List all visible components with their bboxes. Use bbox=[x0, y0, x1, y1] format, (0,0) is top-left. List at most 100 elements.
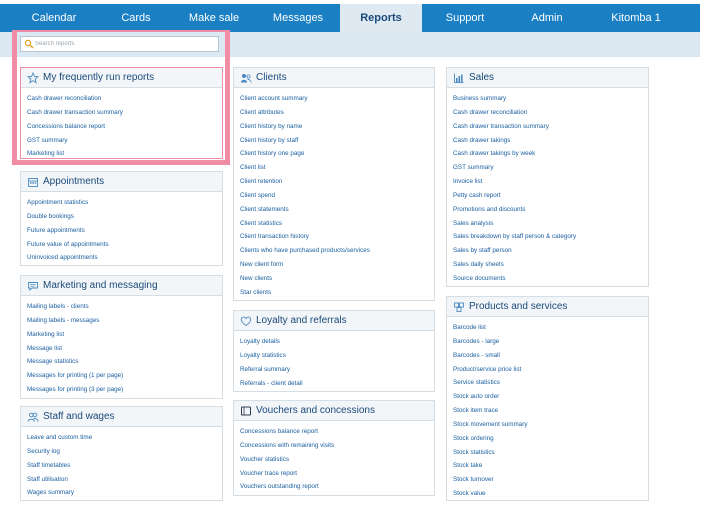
nav-cards[interactable]: Cards bbox=[100, 4, 172, 32]
report-link[interactable]: Messages for printing (3 per page) bbox=[27, 383, 222, 397]
panel-title: Vouchers and concessions bbox=[256, 405, 375, 416]
report-link[interactable]: Cash drawer takings bbox=[453, 134, 648, 148]
report-link[interactable]: Referral summary bbox=[240, 363, 434, 377]
panel-loyalty: Loyalty and referrals Loyalty details Lo… bbox=[233, 310, 435, 392]
report-link[interactable]: Client list bbox=[240, 161, 434, 175]
report-link[interactable]: Petty cash report bbox=[453, 189, 648, 203]
report-link[interactable]: Message list bbox=[27, 342, 222, 356]
report-link[interactable]: Business summary bbox=[453, 92, 648, 106]
nav-reports[interactable]: Reports bbox=[340, 4, 422, 34]
nav-admin[interactable]: Admin bbox=[508, 4, 586, 32]
report-link[interactable]: Loyalty statistics bbox=[240, 349, 434, 363]
panel-marketing: Marketing and messaging Mailing labels -… bbox=[20, 275, 223, 399]
report-link[interactable]: Staff utilisation bbox=[27, 473, 222, 487]
report-link[interactable]: Clients who have purchased products/serv… bbox=[240, 244, 434, 258]
report-link[interactable]: Barcode list bbox=[453, 321, 648, 335]
report-link[interactable]: Sales breakdown by staff person & catego… bbox=[453, 230, 648, 244]
report-link[interactable]: Messages for printing (1 per page) bbox=[27, 369, 222, 383]
star-icon bbox=[27, 71, 39, 84]
chart-icon bbox=[454, 73, 464, 83]
report-link[interactable]: Staff timetables bbox=[27, 459, 222, 473]
report-link[interactable]: Client statements bbox=[240, 203, 434, 217]
report-link[interactable]: Referrals - client detail bbox=[240, 377, 434, 391]
report-link[interactable]: Concessions balance report bbox=[27, 120, 222, 134]
panel-title: Loyalty and referrals bbox=[256, 315, 347, 326]
report-link[interactable]: Client transaction history bbox=[240, 230, 434, 244]
report-link[interactable]: Client statistics bbox=[240, 217, 434, 231]
report-link[interactable]: Mailing labels - clients bbox=[27, 300, 222, 314]
report-link[interactable]: Loyalty details bbox=[240, 335, 434, 349]
nav-account[interactable]: Kitomba 1 bbox=[586, 4, 686, 32]
report-link[interactable]: New clients bbox=[240, 272, 434, 286]
report-link[interactable]: Sales by staff person bbox=[453, 244, 648, 258]
panel-clients: Clients Client account summary Client at… bbox=[233, 67, 435, 301]
nav-support[interactable]: Support bbox=[422, 4, 508, 32]
report-link[interactable]: Concessions with remaining visits bbox=[240, 439, 434, 453]
panel-title: Appointments bbox=[43, 176, 105, 187]
nav-make-sale[interactable]: Make sale bbox=[172, 4, 256, 32]
report-link[interactable]: Stock turnover bbox=[453, 473, 648, 487]
report-link[interactable]: Sales analysis bbox=[453, 217, 648, 231]
report-link[interactable]: Sales daily sheets bbox=[453, 258, 648, 272]
report-link[interactable]: Promotions and discounts bbox=[453, 203, 648, 217]
report-link[interactable]: Cash drawer transaction summary bbox=[27, 106, 222, 120]
report-link[interactable]: Voucher trace report bbox=[240, 467, 434, 481]
nav-messages[interactable]: Messages bbox=[256, 4, 340, 32]
report-link[interactable]: Message statistics bbox=[27, 355, 222, 369]
search-input[interactable] bbox=[35, 38, 215, 50]
report-list: Concessions balance report Concessions w… bbox=[234, 421, 434, 494]
report-link[interactable]: Uninvoiced appointments bbox=[27, 251, 222, 265]
report-link[interactable]: Client retention bbox=[240, 175, 434, 189]
report-link[interactable]: Wages summary bbox=[27, 486, 222, 500]
report-link[interactable]: Appointment statistics bbox=[27, 196, 222, 210]
report-link[interactable]: GST summary bbox=[27, 134, 222, 148]
nav-calendar[interactable]: Calendar bbox=[8, 4, 100, 32]
report-link[interactable]: Client history by staff bbox=[240, 134, 434, 148]
report-link[interactable]: Cash drawer reconciliation bbox=[27, 92, 222, 106]
report-link[interactable]: Future appointments bbox=[27, 224, 222, 238]
message-icon bbox=[28, 281, 38, 291]
report-link[interactable]: Cash drawer reconciliation bbox=[453, 106, 648, 120]
report-link[interactable]: Vouchers outstanding report bbox=[240, 480, 434, 494]
report-link[interactable]: GST summary bbox=[453, 161, 648, 175]
report-link[interactable]: Stock value bbox=[453, 487, 648, 501]
report-link[interactable]: Voucher statistics bbox=[240, 453, 434, 467]
report-link[interactable]: Barcodes - small bbox=[453, 349, 648, 363]
report-link[interactable]: Stock movement summary bbox=[453, 418, 648, 432]
users-icon bbox=[240, 73, 252, 83]
report-link[interactable]: Leave and custom time bbox=[27, 431, 222, 445]
report-link[interactable]: Stock ordering bbox=[453, 432, 648, 446]
report-link[interactable]: Client spend bbox=[240, 189, 434, 203]
report-link[interactable]: Client history by name bbox=[240, 120, 434, 134]
report-list: Loyalty details Loyalty statistics Refer… bbox=[234, 331, 434, 390]
report-link[interactable]: Client history one page bbox=[240, 147, 434, 161]
report-link[interactable]: Product/service price list bbox=[453, 363, 648, 377]
report-link[interactable]: Marketing list bbox=[27, 147, 222, 161]
panel-staff: Staff and wages Leave and custom time Se… bbox=[20, 406, 223, 501]
report-link[interactable]: Stock auto order bbox=[453, 390, 648, 404]
report-link[interactable]: Double bookings bbox=[27, 210, 222, 224]
report-link[interactable]: Client account summary bbox=[240, 92, 434, 106]
report-link[interactable]: New client form bbox=[240, 258, 434, 272]
report-link[interactable]: Cash drawer transaction summary bbox=[453, 120, 648, 134]
report-link[interactable]: Stock take bbox=[453, 459, 648, 473]
report-link[interactable]: Stock item trace bbox=[453, 404, 648, 418]
search-box[interactable] bbox=[20, 36, 219, 52]
report-link[interactable]: Marketing list bbox=[27, 328, 222, 342]
report-link[interactable]: Future value of appointments bbox=[27, 238, 222, 252]
report-link[interactable]: Barcodes - large bbox=[453, 335, 648, 349]
report-link[interactable]: Cash drawer takings by week bbox=[453, 147, 648, 161]
report-link[interactable]: Stock statistics bbox=[453, 446, 648, 460]
report-link[interactable]: Security log bbox=[27, 445, 222, 459]
search-icon bbox=[24, 39, 34, 49]
panel-products: Products and services Barcode list Barco… bbox=[446, 296, 649, 501]
report-link[interactable]: Source documents bbox=[453, 272, 648, 286]
report-list: Appointment statistics Double bookings F… bbox=[21, 192, 222, 265]
report-link[interactable]: Mailing labels - messages bbox=[27, 314, 222, 328]
report-link[interactable]: Star clients bbox=[240, 286, 434, 300]
report-link[interactable]: Client attributes bbox=[240, 106, 434, 120]
report-link[interactable]: Invoice list bbox=[453, 175, 648, 189]
report-link[interactable]: Concessions balance report bbox=[240, 425, 434, 439]
report-link[interactable]: Service statistics bbox=[453, 376, 648, 390]
heart-icon bbox=[240, 316, 252, 326]
